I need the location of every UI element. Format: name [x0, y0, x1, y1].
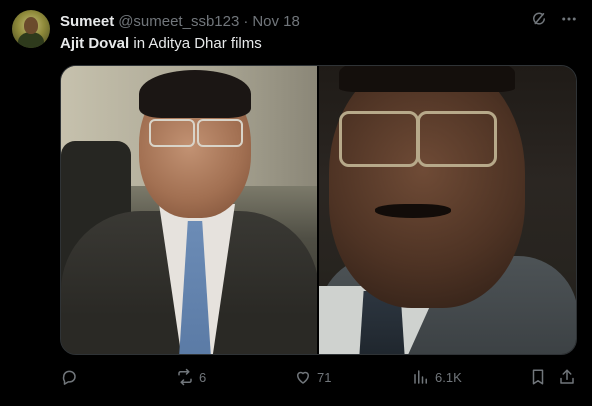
- share-button[interactable]: [558, 368, 576, 386]
- like-button[interactable]: 71: [294, 368, 331, 386]
- views-count: 6.1K: [435, 369, 462, 385]
- avatar-face: [24, 17, 38, 34]
- like-count: 71: [317, 369, 332, 385]
- right-image-face: [329, 66, 525, 308]
- tweet-text: Ajit Doval in Aditya Dhar films: [60, 35, 262, 52]
- left-image-glasses-right: [197, 119, 243, 147]
- right-image-hair: [339, 66, 515, 92]
- repost-count: 6: [199, 369, 207, 385]
- reply-button[interactable]: [60, 368, 83, 386]
- repost-icon: [176, 368, 194, 386]
- tweet-header: Sumeet @sumeet_ssb123 · Nov 18: [60, 11, 300, 31]
- avatar-shirt: [18, 32, 44, 48]
- right-image-mustache: [375, 204, 451, 218]
- author-handle[interactable]: @sumeet_ssb123: [118, 13, 239, 30]
- author-name[interactable]: Sumeet: [60, 13, 114, 30]
- left-image-hair: [139, 70, 251, 118]
- avatar[interactable]: [12, 10, 50, 48]
- media-left-image[interactable]: [61, 66, 319, 354]
- tweet-text-bold: Ajit Doval: [60, 35, 130, 52]
- reply-icon: [60, 368, 78, 386]
- like-icon: [294, 368, 312, 386]
- left-image-glasses-left: [149, 119, 195, 147]
- views-button[interactable]: 6.1K: [412, 368, 462, 386]
- separator-dot: ·: [243, 12, 249, 30]
- bookmark-icon: [529, 368, 547, 386]
- bookmark-button[interactable]: [529, 368, 547, 386]
- tweet[interactable]: Sumeet @sumeet_ssb123 · Nov 18 Ajit Dova…: [0, 0, 592, 406]
- media-divider: [317, 66, 319, 354]
- right-image-glasses-right: [417, 111, 497, 167]
- more-icon[interactable]: [560, 10, 578, 28]
- post-date[interactable]: Nov 18: [252, 13, 300, 30]
- views-icon: [412, 368, 430, 386]
- top-actions: [530, 10, 578, 28]
- tweet-text-rest: in Aditya Dhar films: [129, 35, 262, 52]
- repost-button[interactable]: 6: [176, 368, 206, 386]
- media-grid[interactable]: [60, 65, 577, 355]
- share-icon: [558, 368, 576, 386]
- media-right-image[interactable]: [319, 66, 576, 354]
- right-image-glasses-left: [339, 111, 419, 167]
- tweet-actions: 6 71 6.1K: [60, 368, 577, 390]
- grok-icon[interactable]: [530, 10, 548, 28]
